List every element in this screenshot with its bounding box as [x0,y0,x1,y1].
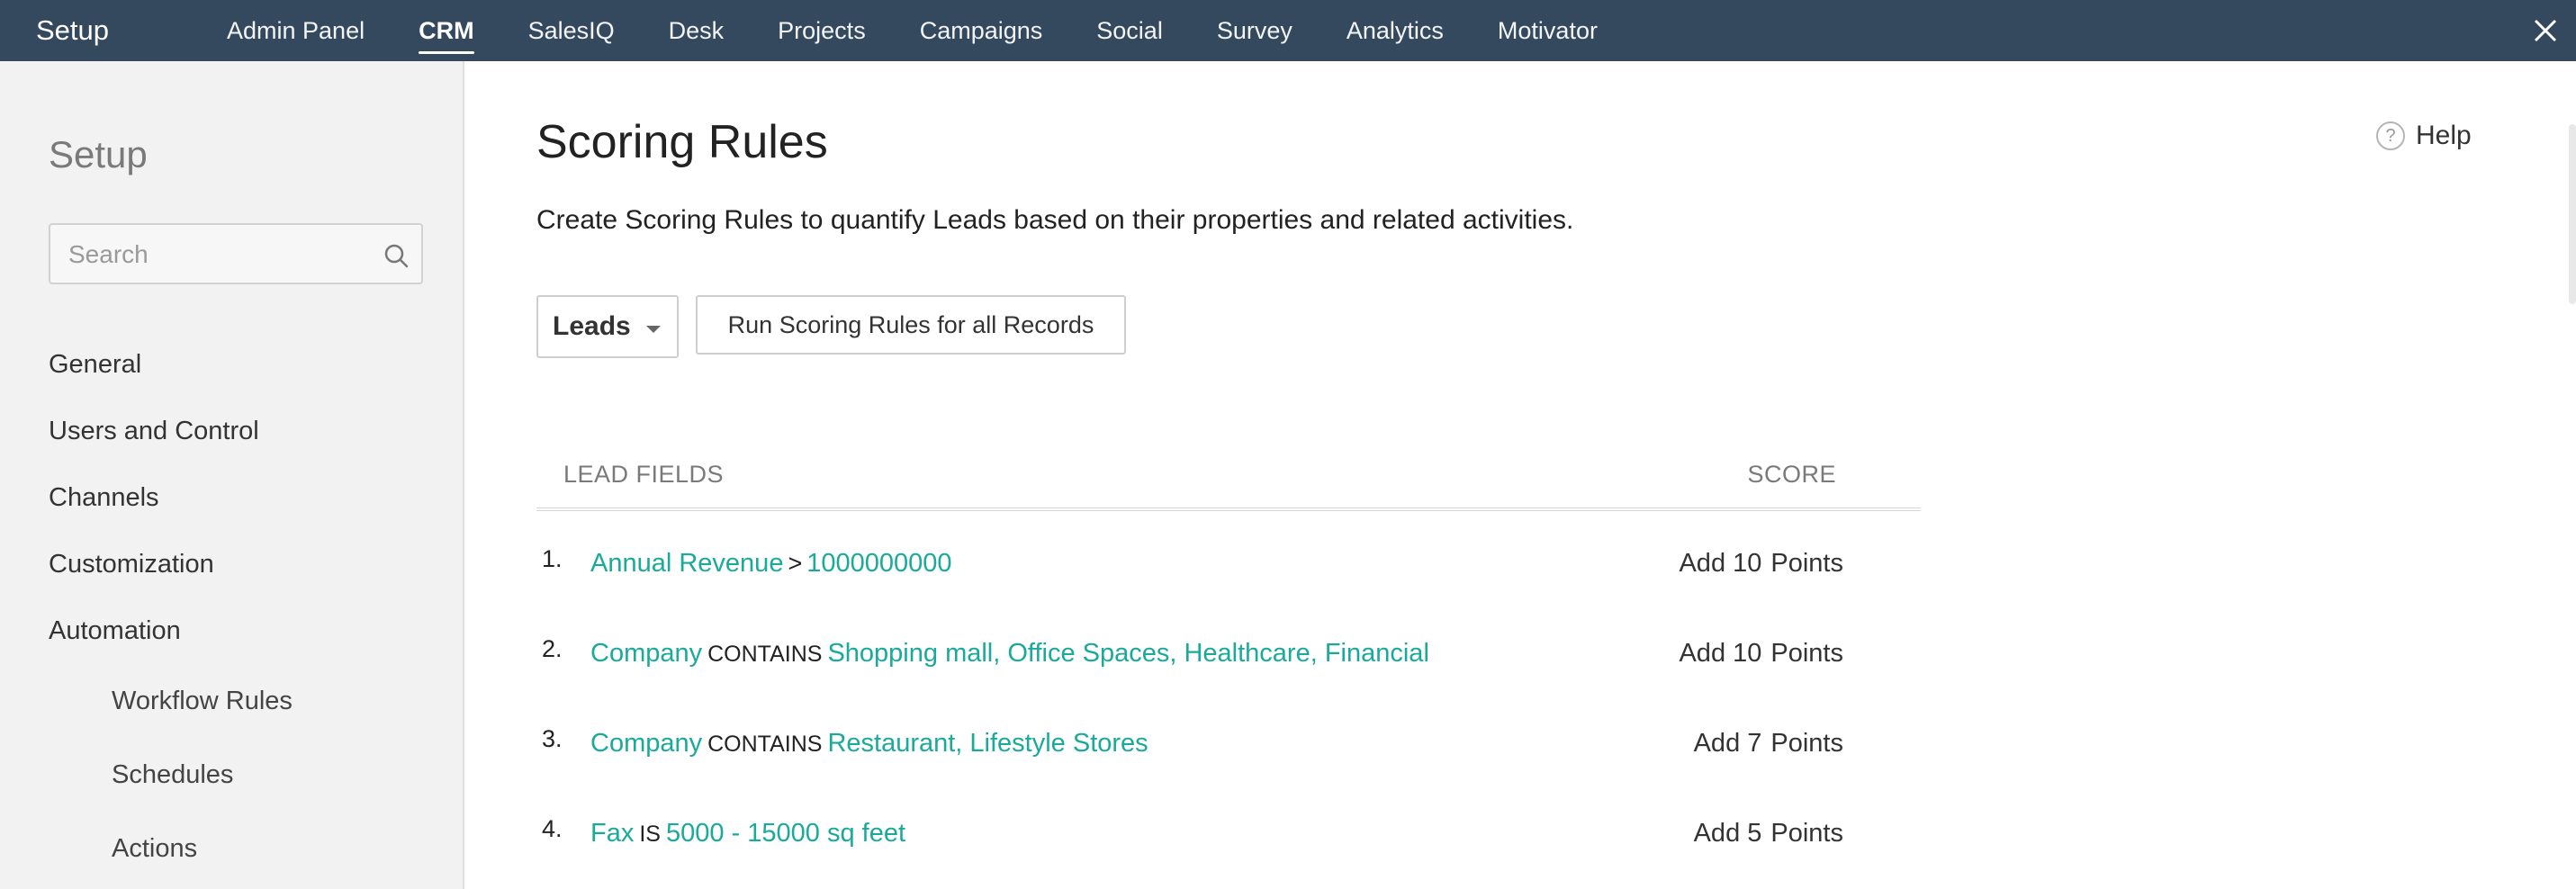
rule-score: Add 7 Points [1694,729,1843,759]
rule-field-link[interactable]: Fax [590,819,634,848]
table-row: 1. Annual Revenue >1000000000 Add 10 Point… [536,515,1921,605]
table-row: 3. Company CONTAINS Restaurant, Lifestyle … [536,695,1921,785]
score-unit: Points [1770,819,1843,848]
page-scrollbar[interactable] [2569,124,2576,304]
sidebar: Setup General Users and Control Channels… [0,61,464,889]
row-index: 3. [542,725,563,752]
rule-criteria: Company CONTAINS Shopping mall, Office Spa… [590,639,1429,669]
page-description: Create Scoring Rules to quantify Leads b… [536,205,1574,235]
nav-social[interactable]: Social [1096,0,1163,61]
table-row: 2. Company CONTAINS Shopping mall, Office … [536,605,1921,695]
score-unit: Points [1770,729,1843,758]
score-value: Add 10 [1679,639,1762,668]
sidebar-menu: General Users and Control Channels Custo… [49,331,293,885]
help-icon: ? [2376,121,2405,150]
nav-admin-panel[interactable]: Admin Panel [227,0,365,61]
rule-score: Add 5 Points [1694,819,1843,849]
column-header-lead-fields: LEAD FIELDS [563,461,725,488]
sidebar-title: Setup [49,133,148,175]
score-value: Add 5 [1693,819,1762,848]
row-index: 1. [542,545,563,572]
sidebar-item-general[interactable]: General [49,331,293,398]
rule-field-link[interactable]: Annual Revenue [590,549,783,578]
sidebar-search [49,223,423,284]
rule-value-link[interactable]: 5000 - 15000 sq feet [666,819,905,848]
row-index: 4. [542,815,563,842]
column-header-score: SCORE [1747,461,1836,488]
score-value: Add 10 [1679,549,1762,578]
close-button[interactable] [2524,9,2567,52]
table-row: 4. Fax IS 5000 - 15000 sq feet Add 5 Points [536,785,1921,875]
run-scoring-rules-button[interactable]: Run Scoring Rules for all Records [696,295,1126,355]
nav-crm[interactable]: CRM [419,0,474,61]
nav-motivator[interactable]: Motivator [1498,0,1598,61]
sidebar-item-users-and-control[interactable]: Users and Control [49,398,293,464]
module-select-value: Leads [553,311,631,341]
score-unit: Points [1770,549,1843,578]
sidebar-item-actions[interactable]: Actions [112,812,293,885]
nav-salesiq[interactable]: SalesIQ [528,0,615,61]
page-title: Scoring Rules [536,116,828,168]
rule-value-link[interactable]: Shopping mall, Office Spaces, Healthcare… [827,639,1428,668]
sidebar-item-workflow-rules[interactable]: Workflow Rules [112,664,293,738]
rule-value-link[interactable]: 1000000000 [806,549,951,578]
score-value: Add 7 [1693,729,1762,758]
help-link[interactable]: ? Help [2376,121,2472,151]
sidebar-item-customization[interactable]: Customization [49,531,293,597]
chevron-down-icon [646,326,661,333]
sidebar-item-automation[interactable]: Automation [49,597,293,664]
scoring-rules-table: LEAD FIELDS SCORE 1. Annual Revenue >1000… [536,439,1921,875]
sidebar-item-channels[interactable]: Channels [49,464,293,531]
rule-criteria: Company CONTAINS Restaurant, Lifestyle Sto… [590,729,1148,759]
rule-score: Add 10 Points [1679,549,1843,579]
automation-submenu: Workflow Rules Schedules Actions [112,664,293,885]
help-label: Help [2416,121,2472,150]
nav-campaigns[interactable]: Campaigns [920,0,1043,61]
nav-survey[interactable]: Survey [1217,0,1293,61]
rule-value-link[interactable]: Restaurant, Lifestyle Stores [827,729,1148,758]
score-unit: Points [1770,639,1843,668]
module-select[interactable]: Leads [536,295,679,358]
nav-analytics[interactable]: Analytics [1347,0,1444,61]
rule-field-link[interactable]: Company [590,639,702,668]
main-content: Scoring Rules ? Help Create Scoring Rule… [464,61,2576,889]
table-header: LEAD FIELDS SCORE [536,439,1921,511]
rule-operator: IS [639,822,661,847]
rule-criteria: Fax IS 5000 - 15000 sq feet [590,819,905,849]
top-bar: Setup Admin Panel CRM SalesIQ Desk Proje… [0,0,2576,61]
row-index: 2. [542,635,563,662]
rule-operator: CONTAINS [707,642,823,667]
nav-projects[interactable]: Projects [778,0,866,61]
top-nav: Admin Panel CRM SalesIQ Desk Projects Ca… [227,0,1652,61]
rule-operator: > [788,550,803,577]
brand-title[interactable]: Setup [36,0,109,61]
search-icon[interactable] [383,243,409,268]
rule-field-link[interactable]: Company [590,729,702,758]
nav-desk[interactable]: Desk [669,0,725,61]
sidebar-item-schedules[interactable]: Schedules [112,738,293,812]
close-icon [2534,19,2557,42]
rule-score: Add 10 Points [1679,639,1843,669]
search-input[interactable] [67,225,376,284]
rule-criteria: Annual Revenue >1000000000 [590,549,952,579]
rule-operator: CONTAINS [707,732,823,757]
